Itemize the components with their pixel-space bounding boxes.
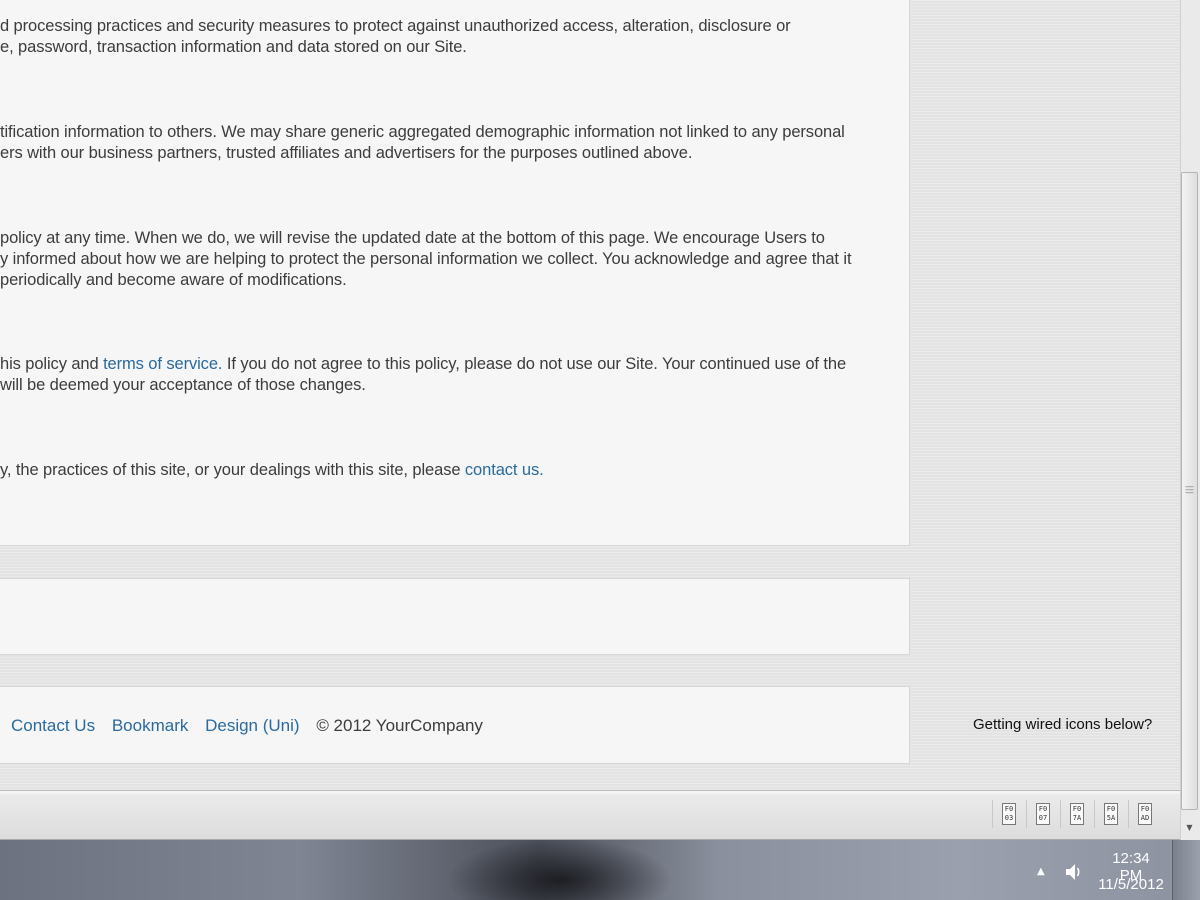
speaker-icon[interactable] — [1064, 862, 1082, 882]
paragraph-line: y informed about how we are helping to p… — [0, 249, 900, 270]
footer-link-contact-us[interactable]: Contact Us — [11, 716, 95, 735]
footer-links: Contact Us Bookmark Design (Uni) © 2012 … — [11, 716, 483, 736]
missing-glyph-icon[interactable]: F0 AD — [1138, 803, 1152, 825]
paragraph-line: ers with our business partners, trusted … — [0, 143, 900, 164]
glyph-code-top: F0 — [1140, 805, 1150, 813]
paragraph-line: will be deemed your acceptance of those … — [0, 375, 900, 396]
inline-link[interactable]: contact us. — [465, 461, 544, 479]
show-desktop-button[interactable] — [1172, 840, 1200, 900]
text-segment: will be deemed your acceptance of those … — [0, 376, 366, 394]
scroll-down-arrow-icon[interactable]: ▼ — [1181, 818, 1198, 838]
text-segment: If you do not agree to this policy, plea… — [222, 355, 847, 373]
missing-glyph-icon[interactable]: F0 03 — [1002, 803, 1016, 825]
paragraph-line: his policy and terms of service. If you … — [0, 354, 900, 375]
copyright-text: © 2012 YourCompany — [316, 716, 483, 735]
paragraph-line: d processing practices and security meas… — [0, 16, 900, 37]
text-segment: y informed about how we are helping to p… — [0, 250, 852, 268]
text-segment: tification information to others. We may… — [0, 123, 845, 141]
paragraph: y, the practices of this site, or your d… — [0, 460, 900, 481]
icons-help-text: Getting wired icons below? — [973, 716, 1153, 733]
status-separator — [1026, 800, 1027, 828]
paragraph-line: periodically and become aware of modific… — [0, 270, 900, 291]
status-separator — [992, 800, 993, 828]
text-segment: ers with our business partners, trusted … — [0, 144, 693, 162]
glyph-code-bottom: 07 — [1038, 814, 1048, 822]
text-segment: e, password, transaction information and… — [0, 38, 467, 56]
missing-glyph-icon[interactable]: F0 7A — [1070, 803, 1084, 825]
paragraph: d processing practices and security meas… — [0, 16, 900, 58]
glyph-code-bottom: AD — [1140, 814, 1150, 822]
glyph-code-bottom: 7A — [1072, 814, 1082, 822]
glyph-code-top: F0 — [1106, 805, 1116, 813]
glyph-code-bottom: 03 — [1004, 814, 1014, 822]
footer-link-bookmark[interactable]: Bookmark — [112, 716, 189, 735]
clock-date[interactable]: 11/5/2012 — [1098, 876, 1164, 893]
status-separator — [1094, 800, 1095, 828]
status-separator — [1060, 800, 1061, 828]
inline-link[interactable]: terms of service. — [103, 355, 222, 373]
paragraph-line: policy at any time. When we do, we will … — [0, 228, 900, 249]
scrollbar-grip-icon: — — — — [1185, 482, 1194, 498]
paragraph: policy at any time. When we do, we will … — [0, 228, 900, 291]
text-segment: periodically and become aware of modific… — [0, 271, 347, 289]
text-segment: policy at any time. When we do, we will … — [0, 229, 825, 247]
status-bar-highlight — [0, 791, 1180, 794]
footer-link-design[interactable]: Design (Uni) — [205, 716, 299, 735]
paragraph-line: e, password, transaction information and… — [0, 37, 900, 58]
text-segment: his policy and — [0, 355, 104, 373]
paragraph-line: tification information to others. We may… — [0, 122, 900, 143]
text-segment: d processing practices and security meas… — [0, 17, 791, 35]
taskbar — [0, 840, 1200, 900]
paragraph-line: y, the practices of this site, or your d… — [0, 460, 900, 481]
status-separator — [1128, 800, 1129, 828]
paragraph: tification information to others. We may… — [0, 122, 900, 164]
paragraph: his policy and terms of service. If you … — [0, 354, 900, 396]
missing-glyph-icon[interactable]: F0 07 — [1036, 803, 1050, 825]
glyph-code-top: F0 — [1072, 805, 1082, 813]
glyph-code-bottom: 5A — [1106, 814, 1116, 822]
tray-overflow-icon[interactable]: ▲ — [1037, 866, 1045, 877]
glyph-code-top: F0 — [1004, 805, 1014, 813]
blank-panel — [0, 578, 910, 655]
glyph-code-top: F0 — [1038, 805, 1048, 813]
text-segment: y, the practices of this site, or your d… — [0, 461, 465, 479]
missing-glyph-icon[interactable]: F0 5A — [1104, 803, 1118, 825]
